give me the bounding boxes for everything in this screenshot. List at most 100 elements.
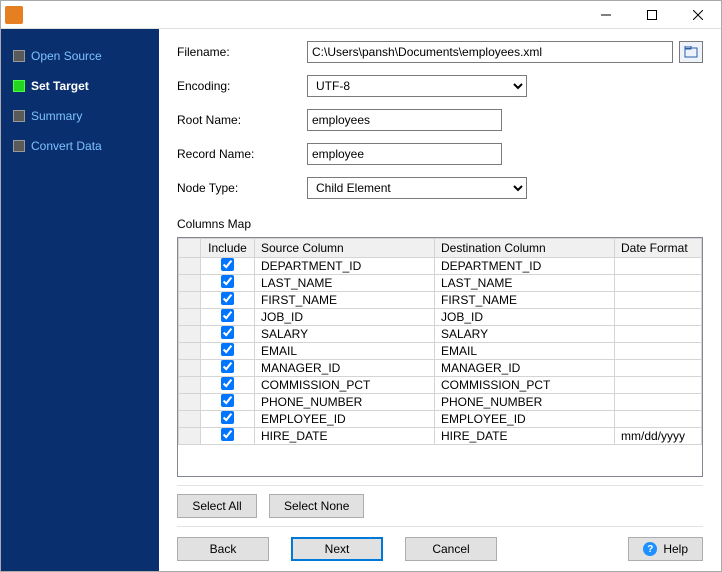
source-cell[interactable]: EMPLOYEE_ID [255,411,435,428]
table-row[interactable]: LAST_NAMELAST_NAME [179,275,702,292]
source-column-header[interactable]: Source Column [255,239,435,258]
table-row[interactable]: DEPARTMENT_IDDEPARTMENT_ID [179,258,702,275]
destination-column-header[interactable]: Destination Column [435,239,615,258]
include-checkbox[interactable] [221,360,234,373]
source-cell[interactable]: DEPARTMENT_ID [255,258,435,275]
encoding-select[interactable]: UTF-8 [307,75,527,97]
row-handle[interactable] [179,275,201,292]
source-cell[interactable]: HIRE_DATE [255,428,435,445]
select-all-button[interactable]: Select All [177,494,257,518]
include-checkbox[interactable] [221,343,234,356]
dateformat-cell[interactable] [615,377,702,394]
source-cell[interactable]: LAST_NAME [255,275,435,292]
destination-cell[interactable]: PHONE_NUMBER [435,394,615,411]
source-cell[interactable]: PHONE_NUMBER [255,394,435,411]
dateformat-cell[interactable] [615,343,702,360]
row-handle[interactable] [179,309,201,326]
row-handle[interactable] [179,326,201,343]
table-row[interactable]: EMPLOYEE_IDEMPLOYEE_ID [179,411,702,428]
destination-cell[interactable]: COMMISSION_PCT [435,377,615,394]
table-row[interactable]: SALARYSALARY [179,326,702,343]
include-cell[interactable] [201,394,255,411]
sidebar-item-open-source[interactable]: Open Source [7,47,153,65]
source-cell[interactable]: MANAGER_ID [255,360,435,377]
include-checkbox[interactable] [221,394,234,407]
next-button[interactable]: Next [291,537,383,561]
include-checkbox[interactable] [221,292,234,305]
source-cell[interactable]: JOB_ID [255,309,435,326]
dateformat-cell[interactable] [615,258,702,275]
include-checkbox[interactable] [221,326,234,339]
row-handle[interactable] [179,360,201,377]
table-row[interactable]: HIRE_DATEHIRE_DATEmm/dd/yyyy [179,428,702,445]
destination-cell[interactable]: EMPLOYEE_ID [435,411,615,428]
minimize-button[interactable] [583,1,629,29]
include-cell[interactable] [201,411,255,428]
destination-cell[interactable]: JOB_ID [435,309,615,326]
include-cell[interactable] [201,428,255,445]
filename-input[interactable] [307,41,673,63]
destination-cell[interactable]: HIRE_DATE [435,428,615,445]
include-checkbox[interactable] [221,258,234,271]
dateformat-cell[interactable] [615,309,702,326]
sidebar-item-summary[interactable]: Summary [7,107,153,125]
recordname-input[interactable] [307,143,502,165]
include-checkbox[interactable] [221,377,234,390]
row-handle[interactable] [179,258,201,275]
sidebar-item-convert-data[interactable]: Convert Data [7,137,153,155]
row-handle[interactable] [179,394,201,411]
source-cell[interactable]: EMAIL [255,343,435,360]
select-none-button[interactable]: Select None [269,494,364,518]
date-format-header[interactable]: Date Format [615,239,702,258]
source-cell[interactable]: SALARY [255,326,435,343]
sidebar-item-set-target[interactable]: Set Target [7,77,153,95]
dateformat-cell[interactable] [615,394,702,411]
include-cell[interactable] [201,309,255,326]
include-cell[interactable] [201,275,255,292]
include-cell[interactable] [201,343,255,360]
dateformat-cell[interactable] [615,292,702,309]
maximize-button[interactable] [629,1,675,29]
dateformat-cell[interactable] [615,326,702,343]
include-cell[interactable] [201,292,255,309]
include-cell[interactable] [201,326,255,343]
back-button[interactable]: Back [177,537,269,561]
destination-cell[interactable]: MANAGER_ID [435,360,615,377]
destination-cell[interactable]: DEPARTMENT_ID [435,258,615,275]
source-cell[interactable]: COMMISSION_PCT [255,377,435,394]
dateformat-cell[interactable] [615,411,702,428]
row-handle[interactable] [179,292,201,309]
dateformat-cell[interactable] [615,275,702,292]
cancel-button[interactable]: Cancel [405,537,497,561]
row-handle[interactable] [179,343,201,360]
close-button[interactable] [675,1,721,29]
table-row[interactable]: EMAILEMAIL [179,343,702,360]
include-cell[interactable] [201,360,255,377]
nodetype-select[interactable]: Child Element [307,177,527,199]
destination-cell[interactable]: EMAIL [435,343,615,360]
row-handle[interactable] [179,411,201,428]
include-cell[interactable] [201,258,255,275]
include-checkbox[interactable] [221,411,234,424]
row-handle[interactable] [179,428,201,445]
help-button[interactable]: ? Help [628,537,703,561]
include-header[interactable]: Include [201,239,255,258]
table-row[interactable]: PHONE_NUMBERPHONE_NUMBER [179,394,702,411]
table-row[interactable]: COMMISSION_PCTCOMMISSION_PCT [179,377,702,394]
destination-cell[interactable]: LAST_NAME [435,275,615,292]
include-checkbox[interactable] [221,275,234,288]
browse-button[interactable] [679,41,703,63]
include-checkbox[interactable] [221,428,234,441]
destination-cell[interactable]: SALARY [435,326,615,343]
dateformat-cell[interactable] [615,360,702,377]
rootname-input[interactable] [307,109,502,131]
row-handle[interactable] [179,377,201,394]
table-row[interactable]: FIRST_NAMEFIRST_NAME [179,292,702,309]
table-row[interactable]: MANAGER_IDMANAGER_ID [179,360,702,377]
destination-cell[interactable]: FIRST_NAME [435,292,615,309]
source-cell[interactable]: FIRST_NAME [255,292,435,309]
include-checkbox[interactable] [221,309,234,322]
table-row[interactable]: JOB_IDJOB_ID [179,309,702,326]
dateformat-cell[interactable]: mm/dd/yyyy [615,428,702,445]
include-cell[interactable] [201,377,255,394]
